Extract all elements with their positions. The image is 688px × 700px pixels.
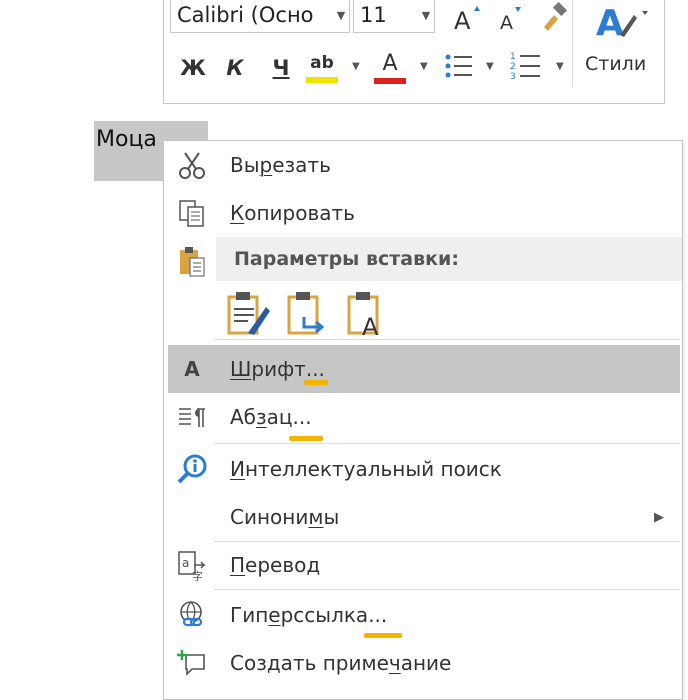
paste-text-only-icon: A [347, 292, 379, 341]
new-comment-icon [174, 645, 210, 681]
numbering-button[interactable]: 1 2 3 [508, 49, 544, 83]
svg-text:1: 1 [510, 52, 516, 62]
svg-text:A: A [362, 313, 379, 337]
shrink-font-button[interactable]: A [494, 1, 528, 35]
bold-label: Ж [180, 56, 206, 80]
paste-merge-formatting-icon [287, 292, 325, 335]
translate-icon: a字 [174, 547, 210, 583]
font-name-combo[interactable]: Calibri (Осно ▼ [170, 0, 350, 33]
svg-text:A: A [500, 12, 513, 34]
menu-item-label: Копировать [230, 201, 355, 225]
chevron-down-icon[interactable]: ▼ [418, 9, 434, 22]
menu-item-font[interactable]: A Шрифт... [168, 345, 680, 393]
font-color-bar [374, 78, 406, 84]
clipboard-icon [174, 243, 210, 279]
styles-button[interactable]: A [590, 0, 652, 43]
paste-options-icon-cell [164, 237, 214, 285]
menu-item-copy[interactable]: Копировать [164, 189, 682, 237]
numbered-list-icon: 1 2 3 [510, 52, 540, 82]
svg-text:2: 2 [510, 62, 516, 72]
chevron-down-icon[interactable]: ▼ [352, 61, 360, 72]
grow-font-button[interactable]: A [450, 1, 484, 35]
underline-label: Ч [272, 56, 290, 80]
smart-lookup-icon [174, 451, 210, 487]
italic-button[interactable]: К [220, 53, 250, 83]
highlight-label: ab [310, 53, 334, 73]
submenu-arrow-icon: ▶ [654, 509, 664, 525]
italic-label: К [226, 56, 244, 80]
menu-item-label: Создать примечание [230, 651, 452, 675]
chevron-down-icon[interactable]: ▼ [420, 61, 428, 72]
menu-item-label: Вырезать [230, 153, 331, 177]
menu-item-synonyms[interactable]: Синонимы ▶ [164, 493, 682, 541]
highlight-color-bar [306, 77, 338, 83]
font-color-letter: A [382, 51, 398, 76]
menu-item-label: Синонимы [230, 505, 340, 529]
scissors-icon [174, 147, 210, 183]
paste-keep-formatting-icon [227, 292, 270, 335]
menu-item-label: Шрифт... [230, 357, 325, 381]
hyperlink-icon [174, 597, 210, 633]
menu-separator [214, 589, 680, 590]
font-color-button[interactable]: A [372, 49, 408, 87]
svg-text:A: A [454, 7, 471, 35]
context-menu: Вырезать Копировать Параметры вставки: A… [163, 140, 683, 700]
menu-item-label: Гиперссылка... [230, 603, 388, 627]
font-icon: A [184, 357, 200, 381]
copy-icon [174, 195, 210, 231]
paste-keep-formatting-button[interactable] [226, 289, 270, 337]
menu-item-label: Перевод [230, 553, 321, 577]
grow-font-icon: A [454, 6, 480, 35]
chevron-down-icon[interactable]: ▼ [486, 61, 494, 72]
styles-icon: A [596, 3, 648, 43]
paste-options-header: Параметры вставки: [216, 237, 682, 281]
svg-text:3: 3 [510, 72, 516, 82]
font-name-value: Calibri (Осно [177, 3, 314, 27]
accent-underline-marker [304, 380, 328, 385]
underline-button[interactable]: Ч [266, 53, 296, 83]
menu-item-new-comment[interactable]: Создать примечание [164, 639, 682, 687]
bold-button[interactable]: Ж [178, 53, 208, 83]
menu-separator [214, 339, 680, 340]
svg-text:字: 字 [192, 569, 203, 581]
accent-underline-marker [364, 633, 402, 638]
menu-item-cut[interactable]: Вырезать [164, 141, 682, 189]
paste-options-label: Параметры вставки: [234, 248, 459, 270]
menu-item-translate[interactable]: a字 Перевод [164, 541, 682, 589]
menu-item-paragraph[interactable]: Абзац... [164, 393, 682, 441]
styles-label: Стили [585, 53, 647, 75]
mini-toolbar: Calibri (Осно ▼ 11 ▼ A A A Стили Ж К Ч a… [163, 0, 665, 104]
menu-item-label: Абзац... [230, 405, 312, 429]
paragraph-icon [174, 399, 210, 435]
selected-text-value: Моца [96, 127, 157, 152]
font-size-value: 11 [360, 3, 387, 27]
paste-text-only-button[interactable]: A [346, 289, 390, 341]
menu-item-label: Интеллектуальный поиск [230, 457, 502, 481]
font-size-combo[interactable]: 11 ▼ [353, 0, 435, 33]
bullet-list-icon [445, 54, 472, 78]
menu-item-smart-lookup[interactable]: Интеллектуальный поиск [164, 445, 682, 493]
toolbar-separator [572, 0, 573, 87]
paste-merge-formatting-button[interactable] [286, 289, 330, 337]
accent-underline-marker [289, 436, 323, 441]
menu-separator [214, 443, 680, 444]
svg-text:A: A [596, 3, 624, 43]
format-painter-icon [544, 1, 568, 31]
chevron-down-icon[interactable]: ▼ [556, 61, 564, 72]
menu-item-hyperlink[interactable]: Гиперссылка... [164, 591, 682, 639]
shrink-font-icon: A [500, 7, 521, 34]
format-painter-button[interactable] [536, 0, 570, 33]
bullets-button[interactable] [442, 51, 476, 81]
highlight-button[interactable]: ab [304, 49, 340, 87]
svg-text:a: a [182, 556, 189, 570]
chevron-down-icon[interactable]: ▼ [333, 9, 349, 22]
